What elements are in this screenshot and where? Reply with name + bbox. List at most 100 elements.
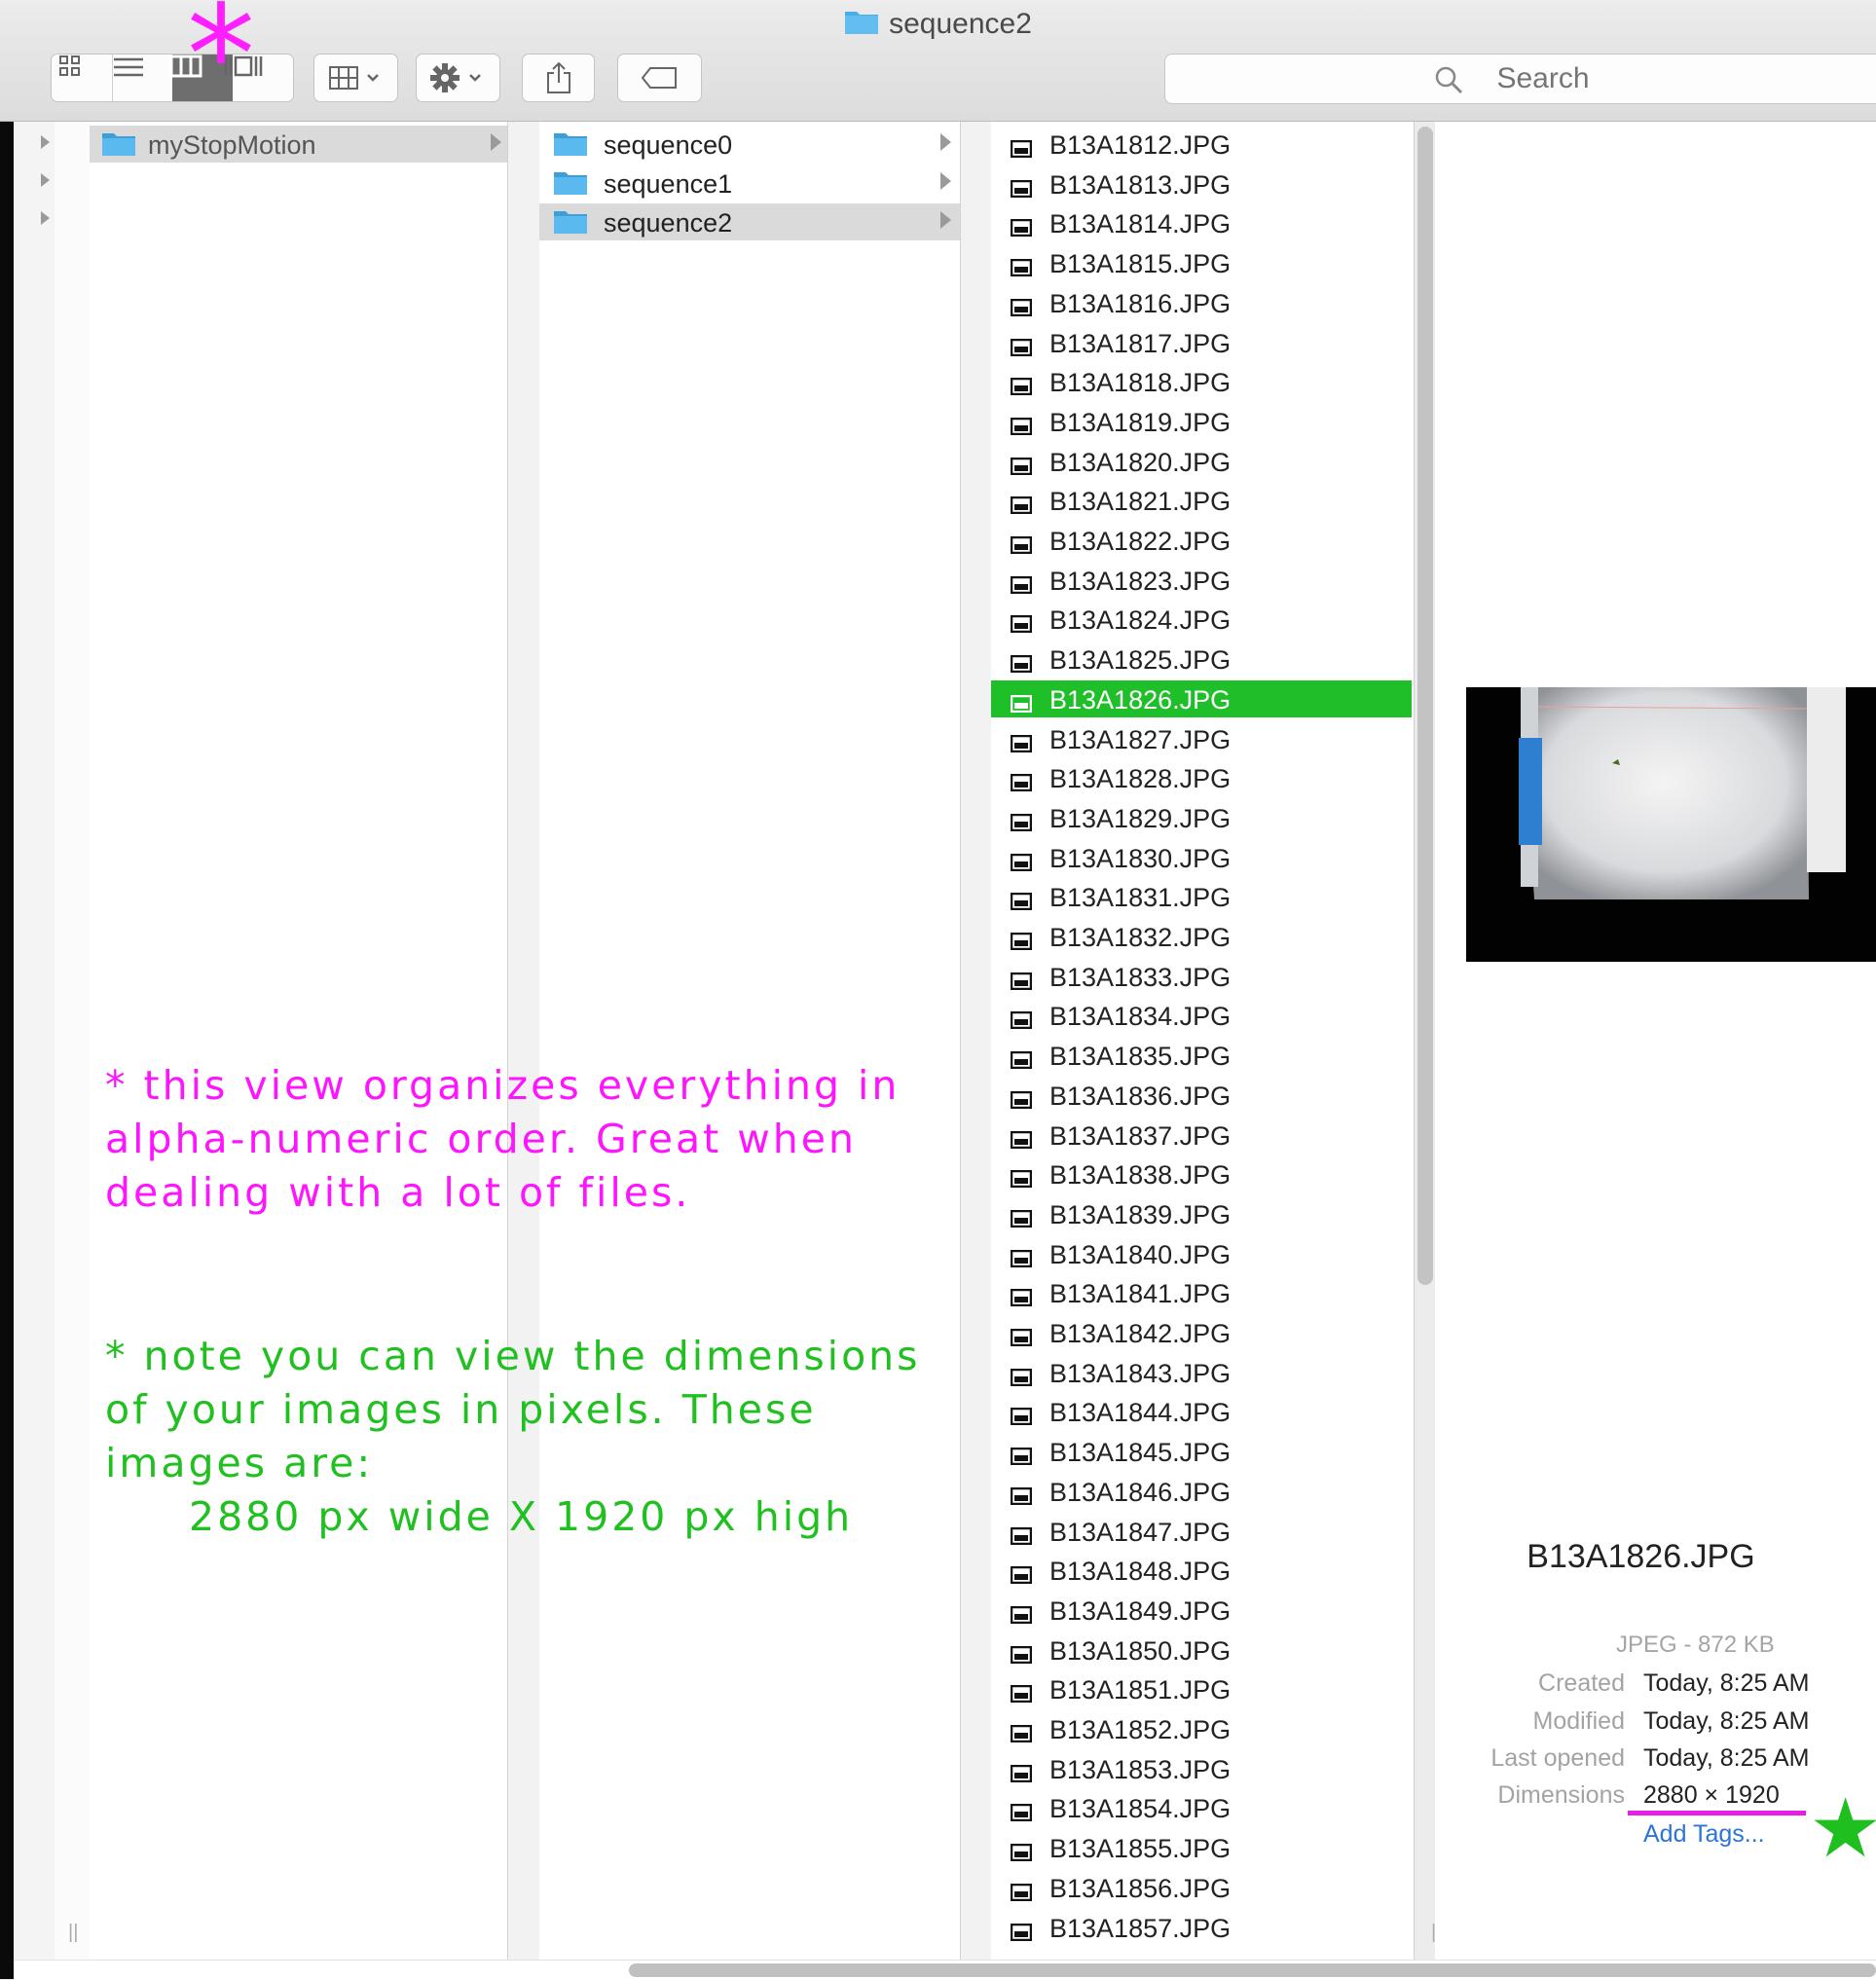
action-button[interactable] — [416, 54, 500, 102]
file-row[interactable]: B13A1856.JPG — [991, 1869, 1412, 1906]
image-file-icon — [1010, 1679, 1033, 1704]
file-row[interactable]: B13A1826.JPG — [991, 680, 1412, 717]
file-row[interactable]: B13A1825.JPG — [991, 641, 1412, 678]
chevron-right-icon — [940, 211, 951, 229]
file-row[interactable]: B13A1850.JPG — [991, 1632, 1412, 1668]
file-list-column[interactable]: B13A1812.JPG B13A1813.JPG B13A1814.JPG B13A… — [991, 122, 1441, 1960]
image-file-icon — [1010, 1323, 1033, 1347]
icon-view-button[interactable] — [52, 55, 112, 101]
file-row[interactable]: B13A1837.JPG — [991, 1117, 1412, 1154]
file-row[interactable]: B13A1845.JPG — [991, 1433, 1412, 1470]
search-input[interactable] — [1165, 55, 1876, 103]
file-row[interactable]: B13A1834.JPG — [991, 997, 1412, 1034]
file-row[interactable]: B13A1857.JPG — [991, 1909, 1412, 1946]
file-row[interactable]: B13A1847.JPG — [991, 1513, 1412, 1550]
file-row[interactable]: B13A1855.JPG — [991, 1829, 1412, 1866]
file-row[interactable]: B13A1832.JPG — [991, 918, 1412, 955]
file-row[interactable]: B13A1818.JPG — [991, 363, 1412, 400]
file-label: B13A1818.JPG — [1049, 368, 1232, 397]
file-row[interactable]: B13A1814.JPG — [991, 204, 1412, 241]
file-row[interactable]: B13A1854.JPG — [991, 1789, 1412, 1826]
image-file-icon — [1010, 1125, 1033, 1150]
meta-value-created: Today, 8:25 AM — [1643, 1669, 1810, 1697]
file-row[interactable]: B13A1843.JPG — [991, 1354, 1412, 1391]
file-row[interactable]: B13A1828.JPG — [991, 759, 1412, 796]
file-row[interactable]: B13A1833.JPG — [991, 958, 1412, 995]
disclosure-triangle[interactable] — [41, 173, 50, 187]
file-label: B13A1831.JPG — [1049, 883, 1232, 912]
file-row[interactable]: B13A1848.JPG — [991, 1552, 1412, 1589]
file-row[interactable]: B13A1838.JPG — [991, 1155, 1412, 1192]
folder-row-sequence2[interactable]: sequence2 — [539, 203, 960, 240]
image-file-icon — [1010, 1878, 1033, 1902]
file-row[interactable]: B13A1815.JPG — [991, 244, 1412, 281]
list-view-button[interactable] — [112, 55, 173, 101]
image-file-icon — [1010, 689, 1033, 714]
pink-star-annotation: * — [187, 0, 255, 135]
file-list-scrollbar[interactable] — [1417, 127, 1433, 1285]
file-row[interactable]: B13A1813.JPG — [991, 165, 1412, 202]
finder-toolbar: sequence2 * — [0, 0, 1876, 135]
folder-icon — [844, 8, 879, 43]
annotation-line: * note you can view the dimensions — [105, 1333, 921, 1379]
sequence-folder-column[interactable]: sequence0 sequence1 sequence2 || — [539, 122, 983, 1960]
file-row[interactable]: B13A1824.JPG — [991, 601, 1412, 638]
edit-tags-button[interactable] — [617, 54, 702, 102]
file-row[interactable]: B13A1831.JPG — [991, 878, 1412, 915]
image-file-icon — [1010, 531, 1033, 555]
file-row[interactable]: B13A1846.JPG — [991, 1473, 1412, 1510]
image-preview-thumbnail — [1466, 687, 1876, 962]
file-row[interactable]: B13A1827.JPG — [991, 720, 1412, 757]
image-file-icon — [1010, 1006, 1033, 1030]
file-row[interactable]: B13A1821.JPG — [991, 482, 1412, 519]
meta-key-last-opened: Last opened — [1490, 1744, 1625, 1772]
file-row[interactable]: B13A1853.JPG — [991, 1750, 1412, 1787]
annotation-view-note: * this view organizes everything in alph… — [105, 1059, 900, 1220]
file-row[interactable]: B13A1851.JPG — [991, 1670, 1412, 1707]
image-file-icon — [1010, 1442, 1033, 1466]
file-row[interactable]: B13A1812.JPG — [991, 126, 1412, 163]
share-button[interactable] — [522, 54, 595, 102]
file-label: B13A1816.JPG — [1049, 289, 1232, 318]
image-file-icon — [1010, 1204, 1033, 1228]
annotation-line: 2880 px wide X 1920 px high — [189, 1493, 854, 1540]
folder-icon — [553, 170, 588, 196]
image-file-icon — [1010, 649, 1033, 674]
file-label: B13A1855.JPG — [1049, 1834, 1232, 1863]
annotation-line: of your images in pixels. These — [105, 1386, 817, 1433]
folder-row-sequence1[interactable]: sequence1 — [539, 165, 960, 202]
folder-row-mystopmotion[interactable]: myStopMotion — [90, 126, 507, 163]
file-row[interactable]: B13A1817.JPG — [991, 324, 1412, 361]
file-row[interactable]: B13A1836.JPG — [991, 1077, 1412, 1114]
preview-kind: JPEG - 872 KB — [1616, 1632, 1775, 1658]
file-row[interactable]: B13A1849.JPG — [991, 1592, 1412, 1629]
image-file-icon — [1010, 1640, 1033, 1665]
file-row[interactable]: B13A1842.JPG — [991, 1314, 1412, 1351]
file-row[interactable]: B13A1822.JPG — [991, 522, 1412, 559]
file-row[interactable]: B13A1844.JPG — [991, 1393, 1412, 1430]
image-file-icon — [1010, 1402, 1033, 1426]
file-row[interactable]: B13A1823.JPG — [991, 562, 1412, 599]
disclosure-triangle[interactable] — [41, 135, 50, 149]
search-field[interactable] — [1164, 54, 1876, 104]
file-row[interactable]: B13A1840.JPG — [991, 1235, 1412, 1272]
file-row[interactable]: B13A1829.JPG — [991, 799, 1412, 836]
disclosure-triangle[interactable] — [41, 211, 50, 225]
file-row[interactable]: B13A1816.JPG — [991, 284, 1412, 321]
file-row[interactable]: B13A1841.JPG — [991, 1274, 1412, 1311]
file-row[interactable]: B13A1830.JPG — [991, 839, 1412, 876]
file-row[interactable]: B13A1820.JPG — [991, 443, 1412, 480]
file-row[interactable]: B13A1819.JPG — [991, 403, 1412, 440]
column-resize-handle[interactable]: || — [68, 1922, 78, 1944]
file-label: B13A1827.JPG — [1049, 725, 1232, 754]
file-row[interactable]: B13A1852.JPG — [991, 1710, 1412, 1747]
file-label: B13A1851.JPG — [1049, 1675, 1232, 1705]
arrange-button[interactable] — [313, 54, 398, 102]
folder-row-sequence0[interactable]: sequence0 — [539, 126, 960, 163]
file-label: B13A1849.JPG — [1049, 1596, 1232, 1626]
file-row[interactable]: B13A1839.JPG — [991, 1195, 1412, 1232]
parent-folder-column[interactable]: myStopMotion || || — [68, 122, 533, 1960]
file-row[interactable]: B13A1835.JPG — [991, 1037, 1412, 1074]
horizontal-scrollbar-thumb[interactable] — [629, 1963, 1876, 1977]
add-tags-link[interactable]: Add Tags... — [1643, 1820, 1765, 1849]
